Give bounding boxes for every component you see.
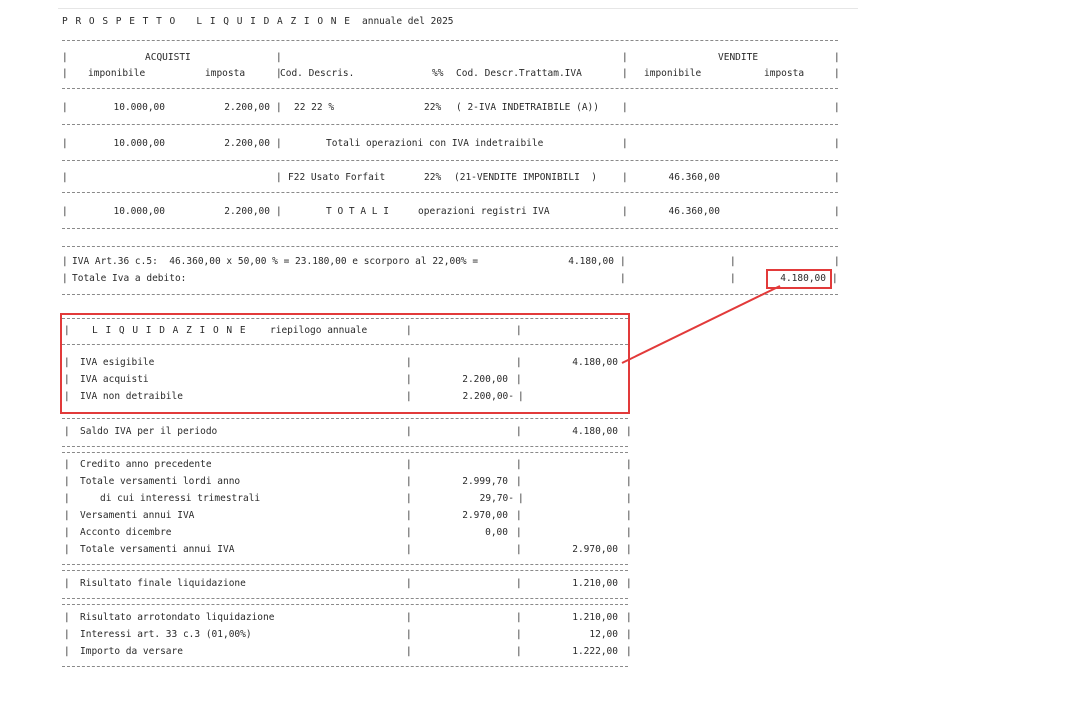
separator [62, 452, 628, 453]
separator-bar: | [516, 646, 522, 657]
separator-bar: | [406, 527, 412, 538]
separator-bar: | [626, 646, 632, 657]
credito-label: Credito anno precedente [80, 459, 212, 470]
separator-bar: | [64, 426, 70, 437]
separator-bar: | [406, 578, 412, 589]
separator [62, 666, 628, 667]
separator-bar: | [64, 476, 70, 487]
separator-bar: | [64, 578, 70, 589]
separator-bar: | [516, 426, 522, 437]
interessi-trim-value: 29,70- [479, 493, 514, 504]
separator [62, 446, 628, 447]
importo-versare-value: 1.222,00 [572, 646, 618, 657]
separator-bar: | [406, 493, 412, 504]
separator-bar: | [406, 510, 412, 521]
separator-bar: | [516, 612, 522, 623]
separator [62, 564, 628, 565]
separator-bar: | [406, 459, 412, 470]
connector-arrow [621, 285, 781, 364]
separator-bar: | [406, 476, 412, 487]
separator-bar: | [64, 646, 70, 657]
versamenti-annui-value: 2.970,00 [462, 510, 508, 521]
risultato-label: Risultato finale liquidazione [80, 578, 246, 589]
separator-bar: | [516, 459, 522, 470]
separator-bar: | [516, 510, 522, 521]
separator-bar: | [64, 493, 70, 504]
saldo-value: 4.180,00 [572, 426, 618, 437]
separator-bar: | [516, 476, 522, 487]
separator [62, 604, 628, 605]
arrotondato-value: 1.210,00 [572, 612, 618, 623]
separator [62, 570, 628, 571]
totale-lordi-value: 2.999,70 [462, 476, 508, 487]
separator [62, 418, 628, 419]
interessi-art33-label: Interessi art. 33 c.3 (01,00%) [80, 629, 252, 640]
separator-bar: | [626, 459, 632, 470]
separator-bar: | [626, 493, 632, 504]
saldo-label: Saldo IVA per il periodo [80, 426, 218, 437]
totale-annui-value: 2.970,00 [572, 544, 618, 555]
versamenti-annui-label: Versamenti annui IVA [80, 510, 195, 521]
totale-annui-label: Totale versamenti annui IVA [80, 544, 235, 555]
arrotondato-label: Risultato arrotondato liquidazione [80, 612, 275, 623]
separator-bar: | [516, 578, 522, 589]
separator-bar: | [64, 544, 70, 555]
separator-bar: | [626, 527, 632, 538]
separator-bar: | [516, 527, 522, 538]
risultato-value: 1.210,00 [572, 578, 618, 589]
separator-bar: | [406, 426, 412, 437]
separator-bar: | [516, 629, 522, 640]
separator-bar: | [64, 459, 70, 470]
separator-bar: | [406, 646, 412, 657]
interessi-art33-value: 12,00 [589, 629, 618, 640]
separator-bar: | [518, 493, 524, 504]
separator [62, 598, 628, 599]
separator-bar: | [516, 544, 522, 555]
separator-bar: | [64, 527, 70, 538]
totale-lordi-label: Totale versamenti lordi anno [80, 476, 241, 487]
separator-bar: | [64, 629, 70, 640]
separator-bar: | [64, 510, 70, 521]
separator-bar: | [626, 612, 632, 623]
separator-bar: | [64, 612, 70, 623]
interessi-trim-label: di cui interessi trimestrali [100, 493, 261, 504]
separator-bar: | [626, 544, 632, 555]
separator-bar: | [626, 426, 632, 437]
separator-bar: | [626, 476, 632, 487]
separator-bar: | [626, 578, 632, 589]
importo-versare-label: Importo da versare [80, 646, 183, 657]
separator-bar: | [626, 510, 632, 521]
separator-bar: | [626, 629, 632, 640]
acconto-value: 0,00 [485, 527, 508, 538]
separator-bar: | [406, 544, 412, 555]
separator-bar: | [406, 612, 412, 623]
separator-bar: | [406, 629, 412, 640]
acconto-label: Acconto dicembre [80, 527, 172, 538]
